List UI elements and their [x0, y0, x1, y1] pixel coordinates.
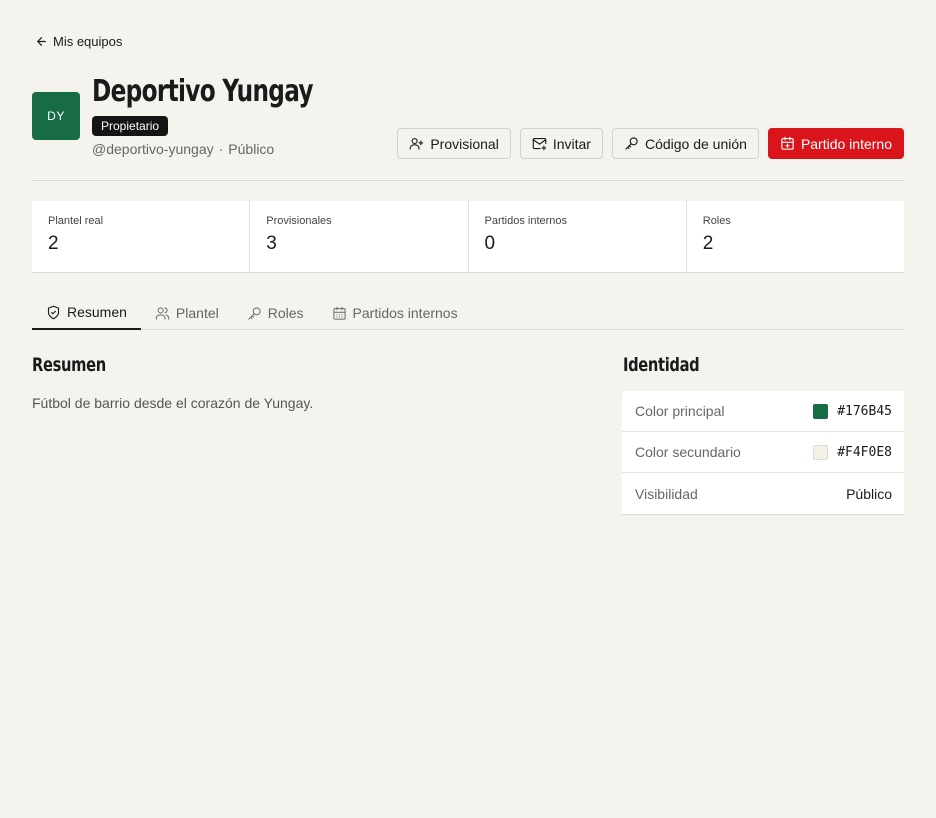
identity-value: #176B45 [813, 403, 892, 419]
stat-provisionals: Provisionales 3 [250, 201, 469, 272]
secondary-color-swatch [813, 444, 829, 460]
join-code-label: Código de unión [644, 135, 747, 152]
stat-value: 2 [702, 233, 714, 254]
tab-label: Partidos internos [352, 305, 458, 321]
tab-label: Roles [267, 305, 304, 321]
mail-plus-icon [532, 137, 547, 151]
stat-value: 2 [48, 233, 59, 254]
stat-internal-matches: Partidos internos 0 [469, 201, 687, 272]
primary-color-hex: #176B45 [837, 403, 892, 419]
shield-icon [47, 305, 60, 319]
role-badge: Propietario [92, 116, 169, 136]
add-provisional-button[interactable]: Provisional [397, 128, 511, 159]
invite-button[interactable]: Invitar [519, 128, 603, 159]
tab-roles[interactable]: Roles [233, 296, 318, 330]
identity-label: Visibilidad [635, 485, 698, 502]
tab-roster[interactable]: Plantel [141, 296, 233, 330]
join-code-button[interactable]: Código de unión [611, 128, 759, 159]
primary-color-swatch [813, 403, 829, 419]
calendar-plus-icon [781, 136, 794, 150]
back-link-label: Mis equipos [53, 34, 123, 49]
stat-label: Roles [702, 215, 731, 227]
team-avatar: DY [32, 92, 80, 140]
identity-panel: Color principal #176B45 Color secundario… [622, 391, 904, 515]
tab-label: Plantel [175, 305, 219, 321]
team-meta: @deportivo-yungay · Público [92, 141, 274, 157]
meta-separator: · [218, 141, 224, 157]
tab-summary[interactable]: Resumen [32, 296, 141, 330]
internal-match-label: Partido interno [800, 135, 892, 152]
stat-label: Partidos internos [484, 215, 568, 227]
tab-internal-matches[interactable]: Partidos internos [318, 296, 472, 330]
arrow-left-icon [37, 37, 46, 46]
stat-value: 3 [266, 233, 277, 254]
users-icon [155, 306, 170, 320]
add-provisional-label: Provisional [430, 135, 499, 152]
internal-match-button[interactable]: Partido interno [767, 128, 904, 159]
stat-label: Plantel real [48, 215, 104, 227]
stat-roles: Roles 2 [687, 201, 904, 272]
stat-label: Provisionales [266, 215, 332, 227]
key-icon [625, 137, 638, 150]
invite-label: Invitar [552, 135, 591, 152]
identity-label: Color secundario [635, 444, 741, 460]
identity-heading: Identidad [623, 354, 700, 376]
secondary-color-hex: #F4F0E8 [837, 444, 892, 460]
calendar-icon [332, 306, 346, 320]
team-handle: @deportivo-yungay [92, 141, 214, 157]
identity-row-primary-color: Color principal #176B45 [622, 391, 904, 432]
tab-bar: Resumen Plantel Roles Partidos internos [32, 296, 904, 330]
visibility-value: Público [846, 485, 892, 502]
page-title: Deportivo Yungay [92, 74, 314, 109]
identity-row-visibility: Visibilidad Público [622, 473, 904, 514]
user-plus-icon [410, 137, 424, 150]
key-icon [248, 306, 261, 320]
summary-heading: Resumen [32, 354, 106, 376]
stats-panel: Plantel real 2 Provisionales 3 Partidos … [32, 201, 904, 273]
team-actions: Provisional Invitar Código de unión Part… [397, 128, 904, 159]
stat-value: 0 [484, 233, 496, 254]
team-initials: DY [47, 109, 65, 123]
back-link[interactable]: Mis equipos [35, 34, 122, 49]
tab-label: Resumen [67, 304, 127, 320]
team-visibility: Público [228, 141, 275, 157]
stat-real-roster: Plantel real 2 [32, 201, 251, 272]
identity-value: #F4F0E8 [813, 444, 892, 460]
team-description: Fútbol de barrio desde el corazón de Yun… [32, 395, 314, 411]
identity-label: Color principal [635, 403, 725, 419]
identity-row-secondary-color: Color secundario #F4F0E8 [622, 432, 904, 473]
header-divider [32, 180, 904, 181]
